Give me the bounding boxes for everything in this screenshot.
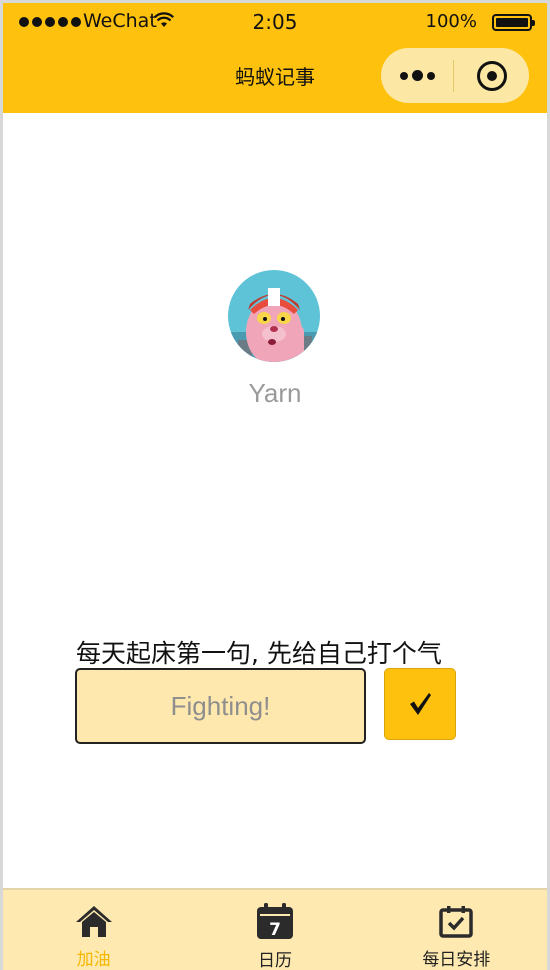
tab-bar: 加油 7 日历 每日安排 (3, 888, 547, 970)
calendar-badge: 7 (269, 920, 281, 940)
tab-cheer[interactable]: 加油 (3, 890, 184, 970)
battery-percentage: 100% (425, 11, 477, 32)
confirm-button[interactable] (384, 668, 456, 740)
battery-icon (492, 14, 535, 31)
tab-daily-schedule[interactable]: 每日安排 (366, 890, 547, 970)
more-dots-icon[interactable] (381, 48, 453, 103)
username: Yarn (248, 378, 302, 408)
target-circle-icon (476, 60, 507, 91)
mini-program-capsule (381, 48, 529, 103)
tab-label-daily-schedule: 每日安排 (422, 950, 491, 970)
avatar (228, 270, 320, 362)
calendar-icon: 7 (255, 902, 295, 940)
tab-calendar[interactable]: 7 日历 (184, 890, 365, 970)
checkmark-icon (410, 693, 431, 715)
device-frame (0, 0, 550, 970)
tab-label-cheer: 加油 (76, 950, 111, 970)
top-bar: WeChat 2:05 100% 蚂蚁记事 (3, 3, 547, 113)
tab-label-calendar: 日历 (257, 951, 292, 970)
home-icon (74, 902, 114, 939)
motto-input[interactable] (75, 668, 366, 744)
motto-text: 每天起床第一句, 先给自己打个气 (76, 639, 442, 668)
pink-panther-avatar (228, 270, 320, 362)
calendar-check-icon (436, 902, 476, 939)
status-bar: WeChat 2:05 100% (3, 3, 547, 41)
close-button[interactable] (454, 48, 529, 103)
